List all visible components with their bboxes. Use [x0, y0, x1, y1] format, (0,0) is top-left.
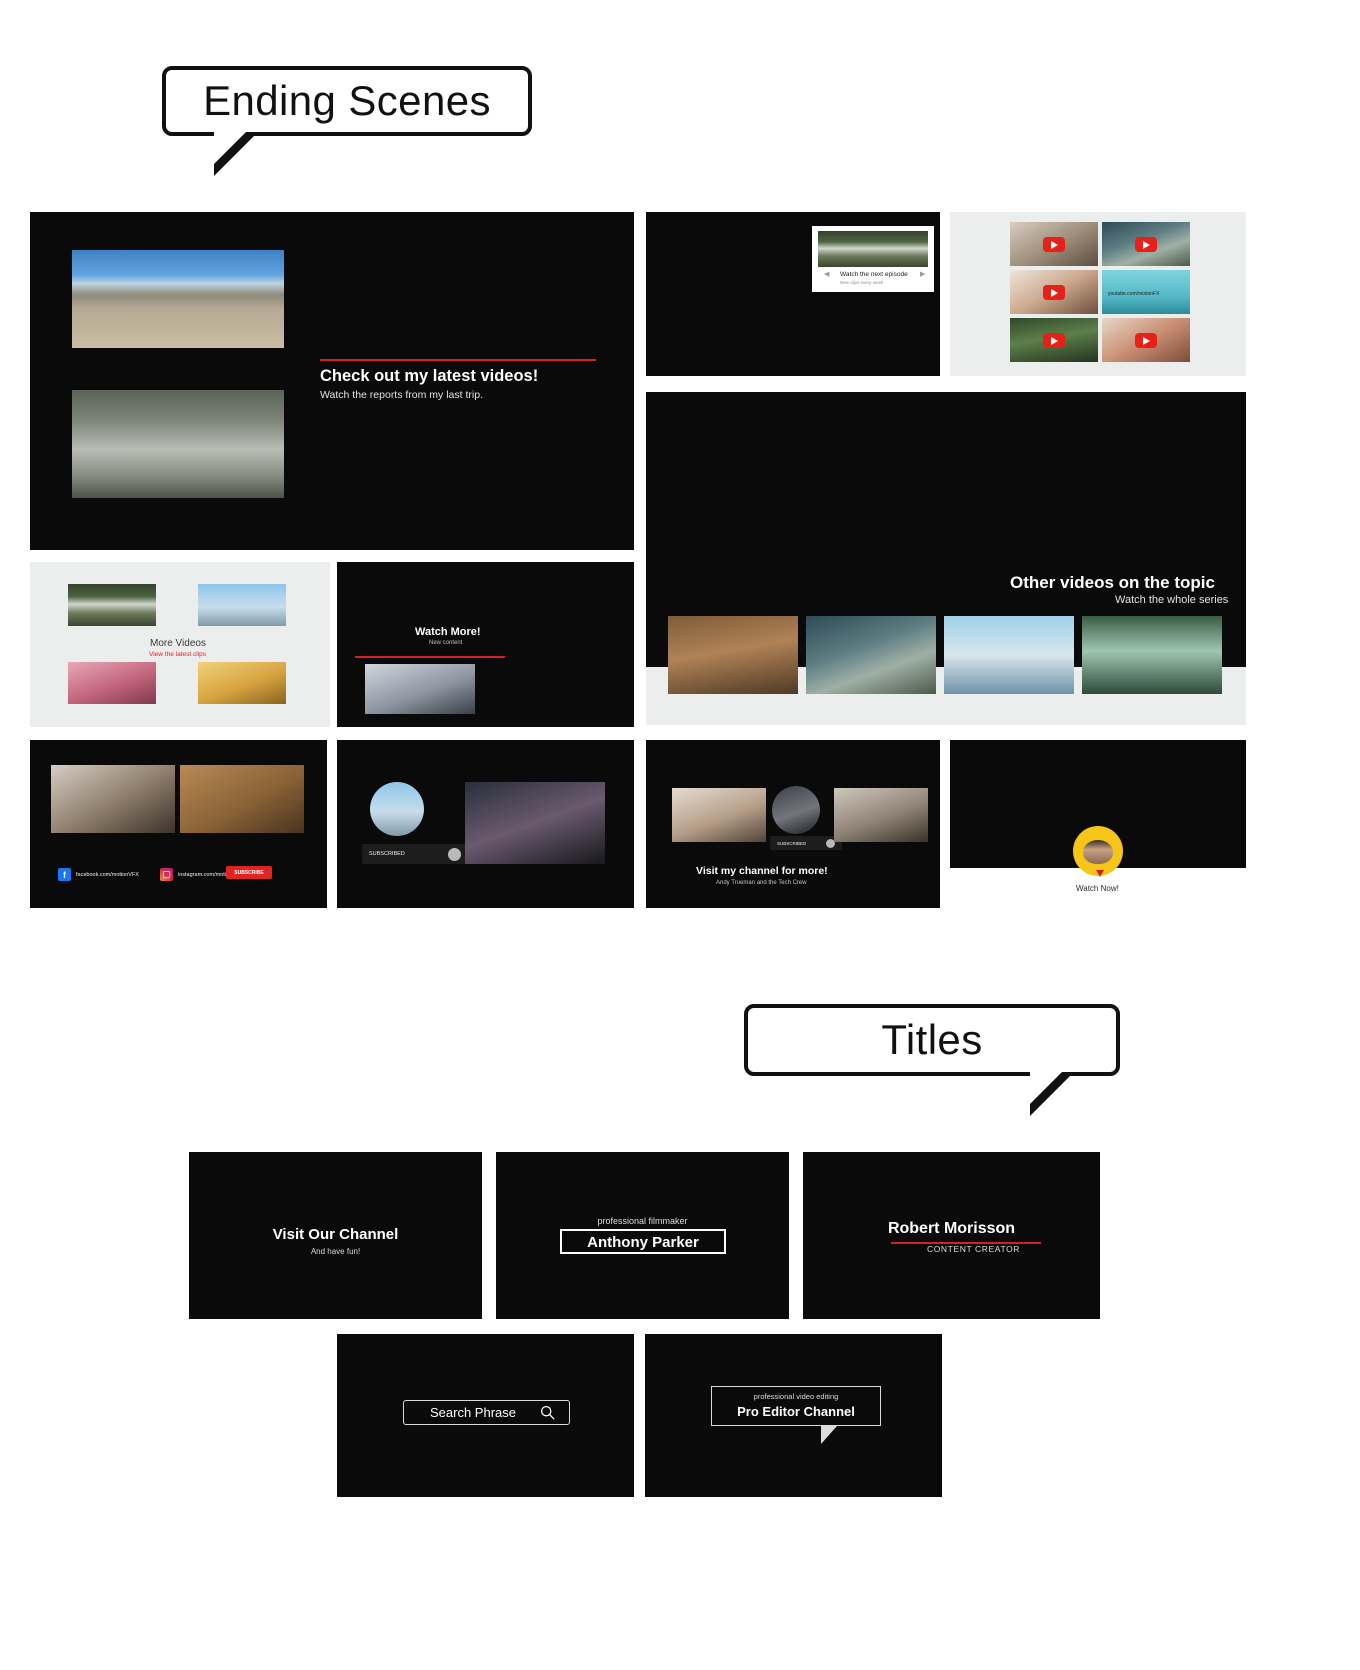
subscribe-button[interactable]: SUBSCRIBE [226, 866, 272, 879]
title-line-1: Visit Our Channel [272, 1226, 399, 1243]
play-badge-icon [1043, 285, 1065, 300]
grid-channel-url: youtube.com/motionFX [1108, 291, 1160, 297]
social-link-facebook[interactable]: f facebook.com/motionVFX [58, 868, 139, 881]
play-badge-icon [1043, 333, 1065, 348]
chevron-right-icon[interactable]: ▶ [920, 270, 925, 278]
chevron-left-icon[interactable]: ◀ [824, 270, 829, 278]
next-episode-title: Watch the next episode [840, 271, 908, 278]
avatar [370, 782, 424, 836]
social-photo-2 [180, 765, 304, 833]
watch-now-pointer-icon [1096, 870, 1104, 877]
visit-channel-subtitle: Andy Trueman and the Tech Crew [716, 880, 807, 886]
other-videos-thumb-3[interactable] [944, 616, 1074, 694]
title-name: Anthony Parker [587, 1234, 699, 1251]
title-card-visit-our-channel[interactable]: Visit Our Channel And have fun! [189, 1152, 482, 1319]
more-videos-thumb-1[interactable] [68, 584, 156, 626]
search-label: Search Phrase [430, 1405, 516, 1420]
accent-rule [320, 359, 596, 361]
accent-rule [355, 656, 505, 658]
other-videos-thumb-4[interactable] [1082, 616, 1222, 694]
search-icon[interactable] [540, 1405, 556, 1421]
other-videos-thumb-1[interactable] [668, 616, 798, 694]
social-photo-1 [51, 765, 175, 833]
section-header-label: Ending Scenes [203, 77, 491, 124]
bubble-tail-inner [1030, 1070, 1064, 1104]
title-box-tail [821, 1426, 837, 1444]
scene-latest-videos[interactable]: Check out my latest videos! Watch the re… [30, 212, 634, 550]
scene-social-bar[interactable]: f facebook.com/motionVFX ▢ instagram.com… [30, 740, 327, 908]
subscribed-photo [465, 782, 605, 864]
scene-next-episode[interactable]: Watch the next episode New clips every w… [646, 212, 940, 376]
bubble-tail-inner [214, 130, 248, 164]
scene-subscribed[interactable]: SUBSCRIBED [337, 740, 634, 908]
title-card-anthony-parker[interactable]: professional filmmaker Anthony Parker [496, 1152, 789, 1319]
scene-thumbnail-grid[interactable]: youtube.com/motionFX [950, 212, 1246, 376]
subscribed-label: SUBSCRIBED [777, 840, 807, 846]
scene-subtitle: Watch the reports from my last trip. [320, 389, 483, 401]
other-videos-subtitle: Watch the whole series [1115, 594, 1229, 606]
next-episode-card[interactable]: Watch the next episode New clips every w… [812, 226, 934, 292]
instagram-icon: ▢ [160, 868, 173, 881]
title-kicker: professional filmmaker [597, 1216, 688, 1226]
section-header-label: Titles [881, 1016, 983, 1063]
title-card-pro-editor[interactable]: professional video editing Pro Editor Ch… [645, 1334, 942, 1497]
more-videos-thumb-3[interactable] [68, 662, 156, 704]
facebook-label: facebook.com/motionVFX [76, 871, 139, 878]
visit-channel-title: Visit my channel for more! [696, 865, 828, 877]
title-name: Pro Editor Channel [737, 1404, 855, 1419]
visit-photo-2 [834, 788, 928, 842]
watch-more-title: Watch More! [415, 626, 481, 638]
play-badge-icon [1135, 333, 1157, 348]
title-kicker: professional video editing [753, 1392, 839, 1401]
watch-more-subtitle: New content [429, 640, 463, 646]
next-episode-thumb [818, 231, 928, 267]
section-header-titles: Titles [744, 1004, 1120, 1076]
other-videos-thumb-2[interactable] [806, 616, 936, 694]
next-episode-subtitle: New clips every week [840, 280, 884, 285]
subscribed-pill[interactable]: SUBSCRIBED [770, 836, 842, 850]
scene-visit-channel[interactable]: SUBSCRIBED Visit my channel for more! An… [646, 740, 940, 908]
facebook-icon: f [58, 868, 71, 881]
watch-now-avatar-face [1083, 840, 1113, 864]
scene-photo-misty [72, 390, 284, 498]
bell-icon[interactable] [448, 847, 461, 861]
subscribed-label: SUBSCRIBED [369, 851, 405, 857]
scene-title: Check out my latest videos! [320, 367, 539, 385]
other-videos-title: Other videos on the topic [1010, 573, 1215, 592]
play-badge-icon [1043, 237, 1065, 252]
more-videos-thumb-4[interactable] [198, 662, 286, 704]
visit-photo-1 [672, 788, 766, 842]
scene-watch-more[interactable]: Watch More! New content [337, 562, 634, 727]
avatar [772, 786, 820, 834]
title-role: CONTENT CREATOR [926, 1244, 1021, 1254]
watch-now-label: Watch Now! [1076, 884, 1119, 893]
scene-photo-road [72, 250, 284, 348]
title-name: Robert Morisson [887, 1220, 1016, 1237]
section-header-ending-scenes: Ending Scenes [162, 66, 532, 136]
title-card-search-phrase[interactable]: Search Phrase [337, 1334, 634, 1497]
title-line-2: And have fun! [310, 1247, 361, 1256]
subscribed-pill[interactable]: SUBSCRIBED [362, 844, 468, 864]
play-badge-icon [1135, 237, 1157, 252]
scene-more-videos[interactable]: More Videos View the latest clips [30, 562, 330, 727]
more-videos-title: More Videos [150, 638, 206, 649]
more-videos-subtitle: View the latest clips [149, 651, 206, 658]
title-card-robert-morisson[interactable]: Robert Morisson CONTENT CREATOR [803, 1152, 1100, 1319]
more-videos-thumb-2[interactable] [198, 584, 286, 626]
watch-more-photo [365, 664, 475, 714]
